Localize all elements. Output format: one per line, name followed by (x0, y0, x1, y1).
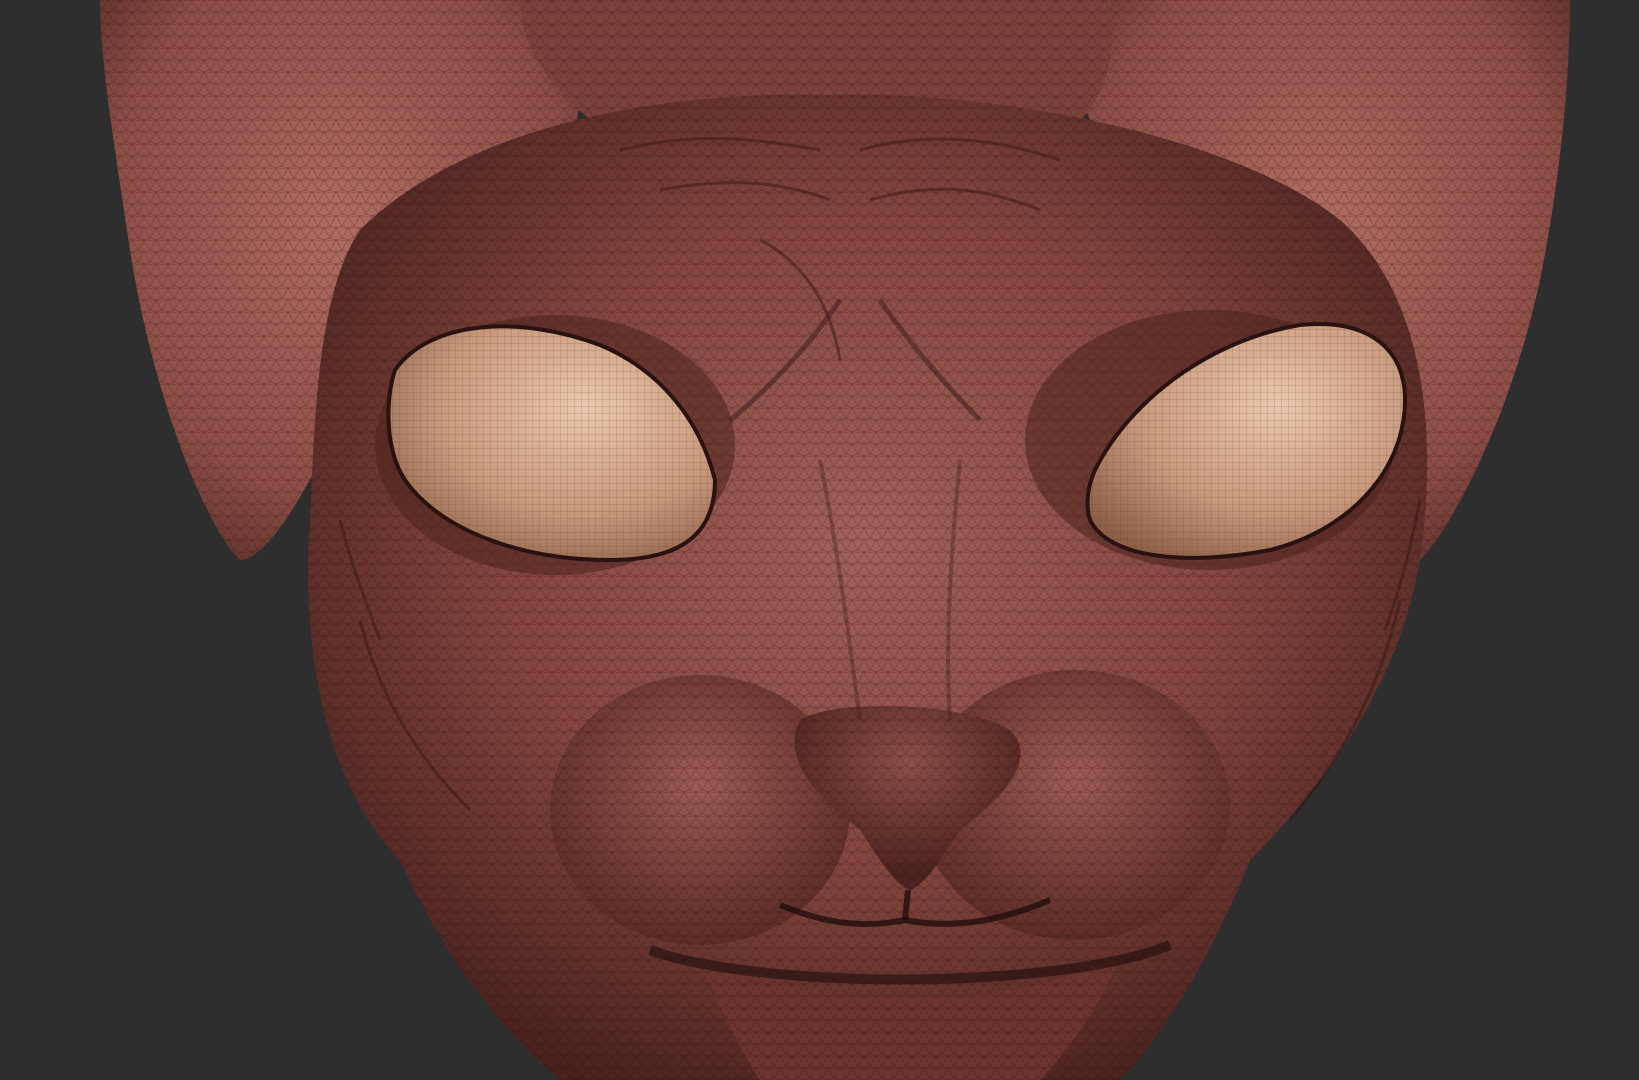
3d-viewport[interactable] (0, 0, 1639, 1080)
head (308, 94, 1428, 1080)
sculpt-render[interactable] (0, 0, 1639, 1080)
left-eye (375, 315, 735, 575)
